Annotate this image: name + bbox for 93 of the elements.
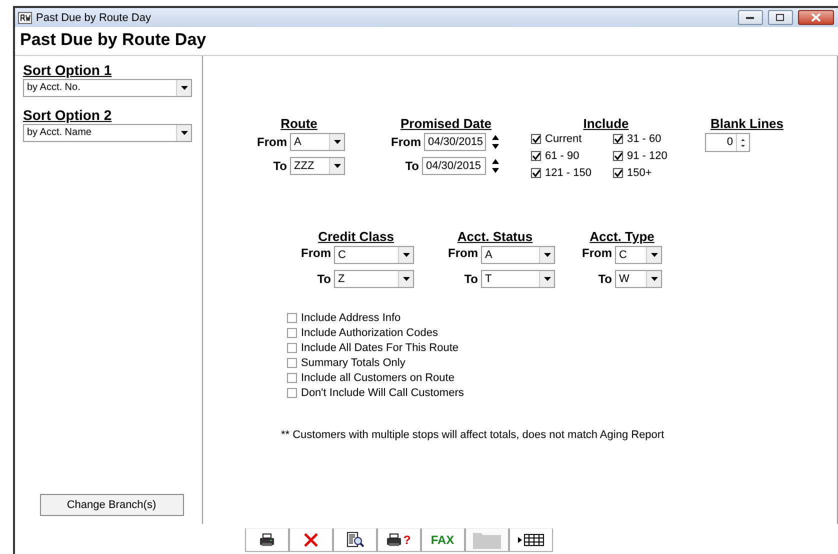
printer-icon	[386, 533, 402, 547]
caret-icon	[544, 253, 550, 257]
field-label: From	[301, 246, 331, 260]
checkbox-label: 61 - 90	[545, 150, 580, 162]
print-preview-button[interactable]	[332, 528, 376, 552]
dropdown[interactable]: C	[334, 246, 414, 264]
page-heading: Past Due by Route Day	[19, 29, 208, 51]
checkbox-label: 91 - 120	[627, 150, 668, 162]
caret-icon	[544, 277, 550, 281]
spin-buttons[interactable]	[489, 133, 501, 151]
field-label: To	[405, 159, 419, 173]
caret-icon	[402, 277, 410, 281]
change-branch-button[interactable]: Change Branch(s)	[40, 494, 184, 516]
checkbox[interactable]	[531, 134, 541, 144]
checkbox[interactable]	[531, 168, 541, 178]
checkbox-label: Include all Customers on Route	[301, 372, 454, 384]
section-heading: Sort Option 2	[23, 107, 113, 123]
maximize-button[interactable]	[768, 10, 793, 25]
field-label: From	[257, 135, 287, 149]
caret-icon	[334, 140, 340, 144]
checkbox-label: Include All Dates For This Route	[301, 342, 459, 354]
checkbox[interactable]	[287, 328, 297, 338]
field-label: To	[598, 272, 612, 286]
checkbox-label: 31 - 60	[627, 133, 662, 145]
dropdown[interactable]: A	[481, 246, 555, 264]
date-field[interactable]: 04/30/2015	[424, 133, 486, 151]
checkbox[interactable]	[531, 151, 541, 161]
checkbox[interactable]	[287, 373, 297, 383]
dropdown[interactable]: Z	[334, 270, 414, 288]
checkbox-label: 121 - 150	[545, 167, 592, 179]
section-heading: Blank Lines	[710, 116, 784, 131]
checkbox[interactable]	[613, 134, 623, 144]
close-icon	[302, 532, 318, 548]
checkbox[interactable]	[613, 168, 623, 178]
caret-icon	[180, 86, 188, 90]
field-label: To	[464, 272, 478, 286]
app-logo-icon	[18, 12, 32, 24]
checkbox-label: Don't Include Will Call Customers	[301, 387, 464, 399]
field-label: From	[391, 135, 421, 149]
field-label: From	[448, 246, 478, 260]
checkbox[interactable]	[287, 388, 297, 398]
dropdown[interactable]: C	[615, 246, 662, 264]
arrow-table-icon	[518, 534, 544, 546]
section-heading: Sort Option 1	[23, 62, 113, 78]
caret-icon	[180, 131, 188, 135]
dropdown[interactable]: T	[481, 270, 555, 288]
field-label: From	[582, 246, 612, 260]
dropdown[interactable]: ZZZ	[290, 157, 345, 175]
caret-icon	[334, 164, 340, 168]
date-field[interactable]: 04/30/2015	[422, 157, 486, 175]
dropdown[interactable]: A	[290, 133, 345, 151]
checkbox[interactable]	[613, 151, 623, 161]
close-icon	[811, 13, 821, 22]
checkbox-label: Include Address Info	[301, 312, 401, 324]
document-magnifier-icon	[346, 531, 364, 549]
up-down-arrows-icon	[490, 133, 500, 151]
field-label: To	[317, 272, 331, 286]
maximize-icon	[776, 14, 785, 22]
minimize-button[interactable]	[738, 10, 763, 25]
number-field[interactable]: 0	[705, 133, 750, 152]
dropdown[interactable]: by Acct. No.	[23, 79, 192, 97]
note-text: ** Customers with multiple stops will affect totals, does not match Aging Report	[281, 429, 666, 441]
checkbox[interactable]	[287, 313, 297, 323]
print-button[interactable]	[244, 528, 288, 552]
section-heading: Acct. Type	[588, 229, 656, 244]
checkbox[interactable]	[287, 343, 297, 353]
caret-icon	[650, 277, 658, 281]
dropdown[interactable]: by Acct. Name	[23, 124, 192, 142]
dropdown[interactable]: W	[615, 270, 662, 288]
section-heading: Route	[280, 116, 318, 131]
minimize-icon	[746, 16, 755, 20]
spin-buttons[interactable]	[489, 157, 501, 175]
checkbox[interactable]	[287, 358, 297, 368]
printer-icon	[258, 533, 274, 547]
folder-icon	[472, 530, 502, 550]
window-title: Past Due by Route Day	[36, 12, 151, 24]
section-heading: Credit Class	[317, 229, 395, 244]
caret-icon	[402, 253, 410, 257]
print-options-button[interactable]: ?	[376, 528, 420, 552]
checkbox-label: Summary Totals Only	[301, 357, 406, 369]
checkbox-label: 150+	[627, 167, 652, 179]
fax-button[interactable]: FAX	[420, 528, 464, 552]
field-label: To	[273, 159, 287, 173]
cancel-button[interactable]	[288, 528, 332, 552]
checkbox-label: Current	[545, 133, 582, 145]
export-grid-button[interactable]	[508, 528, 552, 552]
up-down-arrows-icon	[490, 157, 500, 175]
section-heading: Promised Date	[399, 116, 493, 131]
checkbox-label: Include Authorization Codes	[301, 327, 438, 339]
close-button[interactable]	[798, 10, 834, 25]
caret-icon	[650, 253, 658, 257]
section-heading: Acct. Status	[456, 229, 534, 244]
section-heading: Include	[582, 116, 630, 131]
